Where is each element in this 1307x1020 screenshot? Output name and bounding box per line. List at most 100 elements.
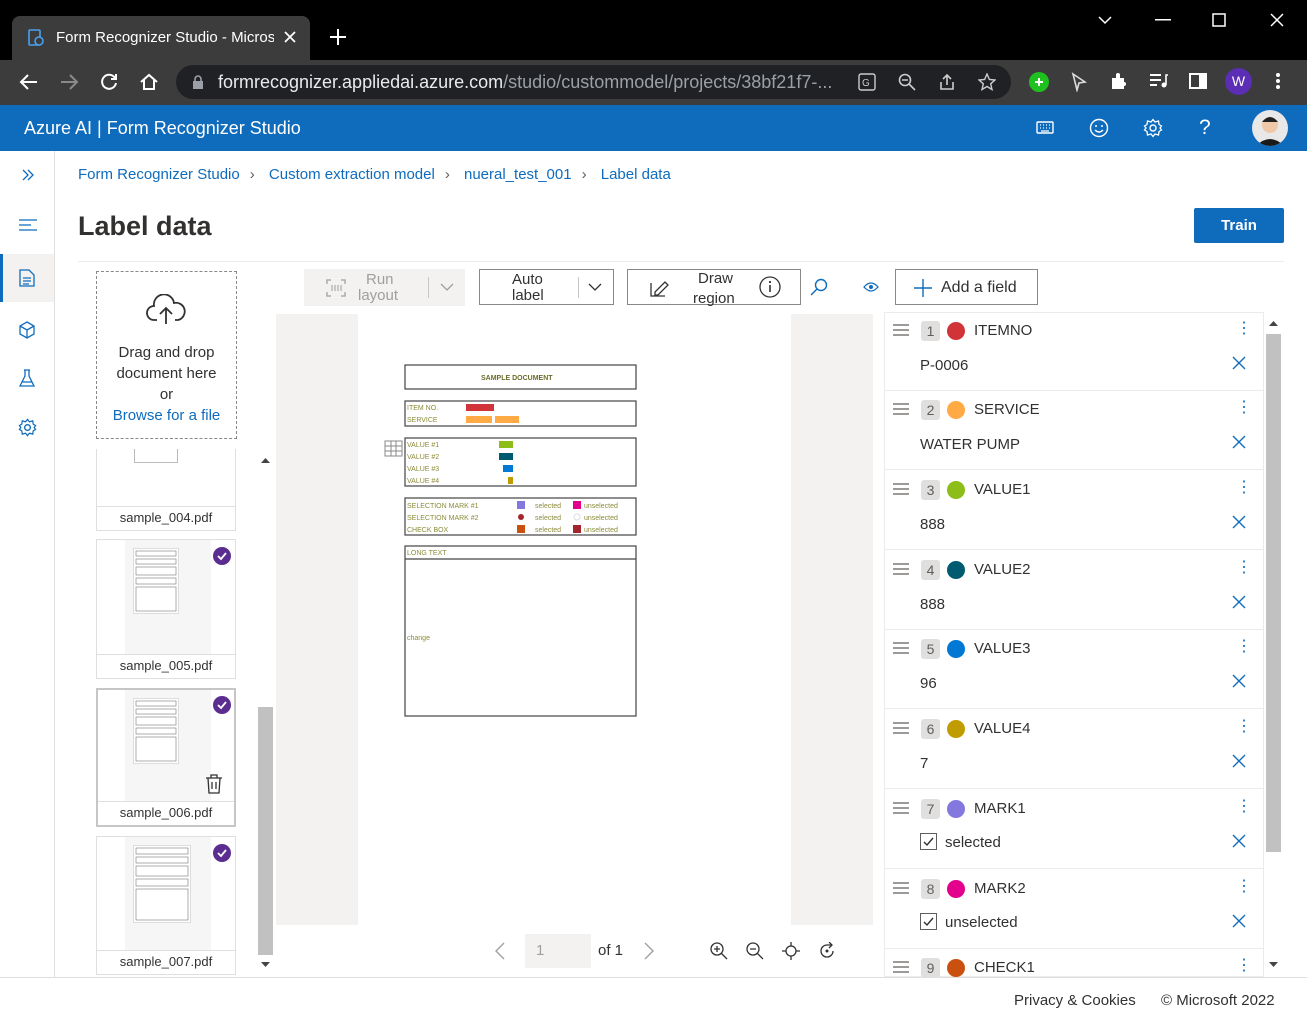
tab-close-icon[interactable] — [282, 29, 298, 45]
clear-value-icon[interactable] — [1232, 356, 1246, 370]
field-name[interactable]: CHECK1 — [974, 959, 1035, 976]
more-options-icon[interactable]: ⋮ — [1236, 879, 1252, 895]
drag-handle-icon[interactable] — [893, 403, 909, 415]
more-options-icon[interactable]: ⋮ — [1236, 560, 1252, 576]
auto-label-button[interactable]: Auto label — [479, 269, 614, 305]
run-layout-button[interactable]: Run layout — [304, 269, 465, 306]
app-brand[interactable]: Azure AI | Form Recognizer Studio — [24, 118, 301, 139]
nav-menu-icon[interactable] — [19, 219, 37, 231]
run-layout-chevron-icon[interactable] — [440, 283, 454, 292]
more-options-icon[interactable]: ⋮ — [1236, 480, 1252, 496]
translate-icon[interactable]: G — [858, 73, 876, 91]
browser-tab[interactable]: Form Recognizer Studio - Microsoft — [12, 16, 310, 60]
zoom-in-icon[interactable] — [710, 942, 728, 960]
visibility-eye-icon[interactable] — [863, 281, 879, 293]
drag-handle-icon[interactable] — [893, 722, 909, 734]
field-color-swatch[interactable] — [947, 959, 965, 977]
expand-nav-icon[interactable] — [21, 169, 35, 181]
zoom-icon[interactable] — [898, 73, 916, 91]
fields-scrollbar[interactable] — [1265, 314, 1282, 974]
breadcrumb-studio[interactable]: Form Recognizer Studio — [78, 166, 240, 183]
profile-avatar[interactable]: W — [1225, 68, 1252, 95]
train-button[interactable]: Train — [1194, 208, 1284, 243]
clear-value-icon[interactable] — [1232, 595, 1246, 609]
auto-label-chevron-icon[interactable] — [588, 283, 602, 292]
project-settings-icon[interactable] — [18, 418, 37, 437]
field-row[interactable]: 2 SERVICE ⋮ WATER PUMP — [885, 391, 1263, 470]
checkbox-icon[interactable] — [920, 913, 937, 930]
drag-handle-icon[interactable] — [893, 642, 909, 654]
field-row[interactable]: 1 ITEMNO ⋮ P-0006 — [885, 312, 1263, 391]
maximize-icon[interactable] — [1212, 13, 1226, 27]
browser-menu-icon[interactable] — [1275, 72, 1281, 90]
field-value[interactable]: 96 — [920, 675, 937, 692]
prev-page-icon[interactable] — [495, 942, 505, 960]
clear-value-icon[interactable] — [1232, 515, 1246, 529]
breadcrumb-project[interactable]: nueral_test_001 — [464, 166, 572, 183]
info-icon[interactable] — [759, 276, 781, 298]
field-name[interactable]: VALUE1 — [974, 481, 1030, 498]
field-name[interactable]: VALUE4 — [974, 720, 1030, 737]
reload-icon[interactable] — [99, 72, 119, 92]
drag-handle-icon[interactable] — [893, 961, 909, 973]
field-value[interactable]: unselected — [945, 914, 1018, 931]
delete-trash-icon[interactable] — [205, 774, 223, 794]
extension-green-icon[interactable] — [1028, 71, 1050, 93]
field-name[interactable]: VALUE3 — [974, 640, 1030, 657]
drag-handle-icon[interactable] — [893, 563, 909, 575]
field-name[interactable]: VALUE2 — [974, 561, 1030, 578]
field-name[interactable]: MARK2 — [974, 880, 1026, 897]
settings-gear-icon[interactable] — [1143, 118, 1163, 138]
field-row[interactable]: 7 MARK1 ⋮ selected — [885, 790, 1263, 869]
new-tab-icon[interactable] — [329, 28, 347, 46]
tab-search-chevron-icon[interactable] — [1097, 14, 1113, 26]
next-page-icon[interactable] — [644, 942, 654, 960]
field-color-swatch[interactable] — [947, 561, 965, 579]
breadcrumb-current[interactable]: Label data — [601, 166, 671, 183]
browse-file-link[interactable]: Browse for a file — [97, 405, 236, 426]
more-options-icon[interactable]: ⋮ — [1236, 400, 1252, 416]
field-name[interactable]: SERVICE — [974, 401, 1040, 418]
field-name[interactable]: MARK1 — [974, 800, 1026, 817]
field-color-swatch[interactable] — [947, 880, 965, 898]
field-row[interactable]: 9 CHECK1 ⋮ — [885, 949, 1263, 978]
test-flask-icon[interactable] — [19, 369, 35, 387]
add-field-button[interactable]: Add a field — [895, 269, 1038, 305]
file-card-sample-006[interactable]: sample_006.pdf — [96, 688, 236, 827]
drag-handle-icon[interactable] — [893, 324, 909, 336]
forward-icon[interactable] — [59, 72, 79, 92]
back-icon[interactable] — [19, 72, 39, 92]
field-row[interactable]: 5 VALUE3 ⋮ 96 — [885, 630, 1263, 709]
field-value[interactable]: 888 — [920, 516, 945, 533]
more-options-icon[interactable]: ⋮ — [1236, 639, 1252, 655]
checkbox-icon[interactable] — [920, 833, 937, 850]
document-page[interactable]: SAMPLE DOCUMENT ITEM NO. SERVICE VALUE #… — [358, 314, 791, 925]
rotate-icon[interactable] — [818, 942, 836, 960]
field-value[interactable]: 7 — [920, 755, 928, 772]
field-row[interactable]: 4 VALUE2 ⋮ 888 — [885, 551, 1263, 630]
more-options-icon[interactable]: ⋮ — [1236, 958, 1252, 974]
field-value[interactable]: P-0006 — [920, 357, 968, 374]
field-color-swatch[interactable] — [947, 401, 965, 419]
search-icon[interactable] — [810, 278, 828, 296]
extension-cursor-icon[interactable] — [1070, 72, 1088, 92]
drag-handle-icon[interactable] — [893, 802, 909, 814]
field-name[interactable]: ITEMNO — [974, 322, 1032, 339]
extensions-puzzle-icon[interactable] — [1110, 72, 1128, 90]
side-panel-icon[interactable] — [1189, 73, 1207, 89]
clear-value-icon[interactable] — [1232, 674, 1246, 688]
close-window-icon[interactable] — [1270, 13, 1284, 27]
address-bar[interactable]: formrecognizer.appliedai.azure.com/studi… — [176, 65, 1011, 99]
media-queue-icon[interactable] — [1149, 73, 1169, 89]
field-color-swatch[interactable] — [947, 640, 965, 658]
bookmark-star-icon[interactable] — [978, 73, 996, 91]
zoom-out-icon[interactable] — [746, 942, 764, 960]
share-icon[interactable] — [938, 73, 956, 91]
field-row[interactable]: 6 VALUE4 ⋮ 7 — [885, 710, 1263, 789]
model-cube-icon[interactable] — [19, 321, 35, 339]
file-card-sample-004[interactable]: sample_004.pdf — [96, 449, 236, 531]
field-color-swatch[interactable] — [947, 322, 965, 340]
fit-page-icon[interactable] — [782, 942, 800, 960]
clear-value-icon[interactable] — [1232, 914, 1246, 928]
drag-handle-icon[interactable] — [893, 483, 909, 495]
